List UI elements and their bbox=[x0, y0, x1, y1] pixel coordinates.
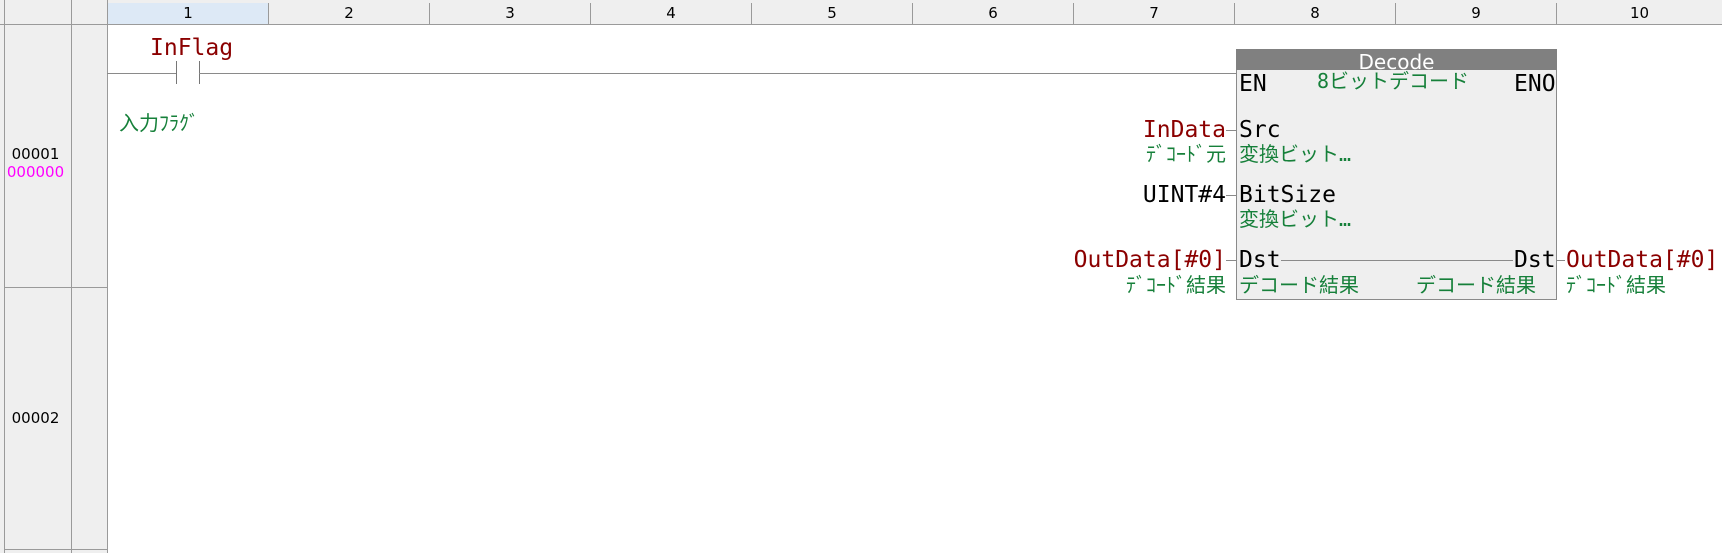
column-header-3[interactable]: 3 bbox=[429, 3, 590, 24]
dst-passthrough-line bbox=[1281, 260, 1513, 261]
dst-in-param: Dst bbox=[1239, 247, 1281, 273]
no-contact[interactable] bbox=[170, 58, 206, 88]
column-header-8[interactable]: 8 bbox=[1234, 3, 1395, 24]
dst-out-param-comment: デコード結果 bbox=[1416, 273, 1536, 297]
rung-comment-gutter bbox=[71, 25, 107, 553]
gutter-edge bbox=[4, 0, 5, 553]
bitsize-constant[interactable]: UINT#4 bbox=[1143, 182, 1226, 208]
bitsize-wire bbox=[1226, 195, 1236, 196]
dst-out-variable-comment: ﾃﾞｺｰﾄﾞ結果 bbox=[1566, 273, 1666, 297]
contact-variable[interactable]: InFlag bbox=[150, 35, 233, 61]
left-power-rail bbox=[107, 0, 108, 553]
dst-out-param: Dst bbox=[1514, 247, 1556, 273]
src-param-comment: 変換ビット… bbox=[1239, 142, 1352, 166]
rung-wire bbox=[107, 73, 176, 74]
fb-eno-pin: ENO bbox=[1514, 71, 1556, 97]
dst-in-param-comment: デコード結果 bbox=[1239, 273, 1359, 297]
dst-in-wire bbox=[1226, 260, 1236, 261]
column-header-9[interactable]: 9 bbox=[1395, 3, 1556, 24]
dst-out-wire bbox=[1557, 260, 1565, 261]
rung-number-gutter bbox=[0, 25, 71, 553]
dst-in-variable[interactable]: OutData[#0] bbox=[1074, 247, 1226, 273]
function-block-name[interactable]: Decode bbox=[1236, 49, 1557, 70]
column-header-4[interactable]: 4 bbox=[590, 3, 751, 24]
src-variable[interactable]: InData bbox=[1143, 117, 1226, 143]
dst-out-variable[interactable]: OutData[#0] bbox=[1566, 247, 1718, 273]
contact-comment: 入力ﾌﾗｸﾞ bbox=[119, 111, 199, 135]
rung-number[interactable]: 00001 bbox=[0, 145, 71, 163]
column-header-1[interactable]: 1 bbox=[107, 3, 268, 24]
column-header-5[interactable]: 5 bbox=[751, 3, 912, 24]
bitsize-param: BitSize bbox=[1239, 182, 1336, 208]
rung-wire bbox=[199, 73, 1236, 74]
rung-number[interactable]: 00002 bbox=[0, 409, 71, 427]
fb-instance-comment: 8ビットデコード bbox=[1317, 69, 1470, 93]
step-number: 000000 bbox=[6, 163, 65, 181]
column-ruler: 1 2 3 4 5 6 7 8 9 10 bbox=[0, 0, 1722, 25]
column-header-6[interactable]: 6 bbox=[912, 3, 1073, 24]
src-wire bbox=[1226, 130, 1236, 131]
column-header-7[interactable]: 7 bbox=[1073, 3, 1234, 24]
bitsize-param-comment: 変換ビット… bbox=[1239, 207, 1352, 231]
column-header-2[interactable]: 2 bbox=[268, 3, 429, 24]
rung-separator bbox=[4, 287, 107, 288]
src-variable-comment: ﾃﾞｺｰﾄﾞ元 bbox=[1146, 142, 1226, 166]
fb-en-pin: EN bbox=[1239, 71, 1267, 97]
column-header-10[interactable]: 10 bbox=[1556, 3, 1722, 24]
gutter-divider bbox=[71, 0, 72, 553]
dst-in-variable-comment: ﾃﾞｺｰﾄﾞ結果 bbox=[1126, 273, 1226, 297]
src-param: Src bbox=[1239, 117, 1281, 143]
rung-separator bbox=[4, 549, 107, 550]
